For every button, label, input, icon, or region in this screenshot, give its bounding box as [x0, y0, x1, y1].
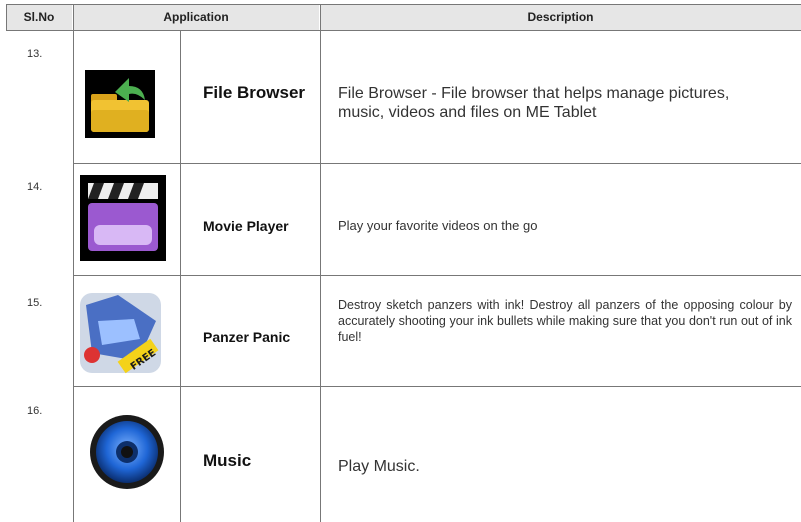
row-number: 15.: [27, 297, 43, 309]
header-slno-label: Sl.No: [23, 10, 55, 24]
row-divider: [73, 163, 801, 164]
header-bottom-border: [6, 30, 801, 31]
header-application-label: Application: [163, 10, 229, 24]
app-name: File Browser: [203, 83, 306, 102]
row-number: 16.: [27, 405, 43, 417]
app-description: File Browser - File browser that helps m…: [338, 85, 730, 121]
table-left-border: [6, 4, 7, 30]
app-description: Play Music.: [338, 458, 420, 475]
app-description: Play your favorite videos on the go: [338, 218, 538, 233]
header-description: Description: [320, 4, 801, 30]
clapperboard-icon: [80, 175, 166, 261]
row-divider: [73, 275, 801, 276]
panzer-panic-icon: FREE: [78, 291, 163, 375]
row-divider: [73, 386, 801, 387]
app-name: Panzer Panic: [203, 329, 291, 345]
header-description-label: Description: [527, 10, 594, 24]
app-description: Destroy sketch panzers with ink! Destroy…: [338, 298, 792, 344]
app-name: Movie Player: [203, 218, 289, 234]
col-divider-app: [320, 4, 321, 522]
app-name: Music: [203, 451, 252, 470]
col-divider-icon: [180, 30, 181, 522]
header-application: Application: [73, 4, 319, 30]
folder-icon: [85, 70, 155, 138]
row-number: 13.: [27, 48, 43, 60]
row-number: 14.: [27, 181, 43, 193]
header-slno: Sl.No: [6, 4, 72, 30]
table-top-border: [6, 4, 801, 5]
col-divider-slno: [73, 4, 74, 522]
speaker-icon: [89, 414, 165, 490]
